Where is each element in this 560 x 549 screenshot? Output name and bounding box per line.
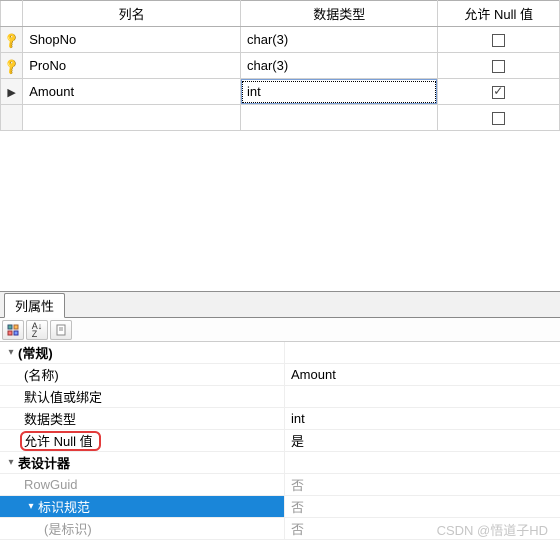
properties-toolbar: A↓Z	[0, 318, 560, 342]
prop-isidentity[interactable]: (是标识) 否	[0, 518, 560, 540]
columns-header-row: 列名 数据类型 允许 Null 值	[1, 1, 560, 27]
cell-datatype[interactable]: char(3)	[240, 53, 437, 79]
sort-az-icon: A↓Z	[32, 322, 43, 338]
prop-value[interactable]: int	[285, 411, 560, 426]
cell-datatype[interactable]	[240, 105, 437, 131]
prop-default[interactable]: 默认值或绑定	[0, 386, 560, 408]
cell-name[interactable]	[23, 105, 241, 131]
property-pages-button[interactable]	[50, 320, 72, 340]
cell-allownull[interactable]	[438, 105, 560, 131]
property-pages-icon	[55, 324, 67, 336]
alphabetical-button[interactable]: A↓Z	[26, 320, 48, 340]
cell-datatype[interactable]: char(3)	[240, 27, 437, 53]
row-gutter[interactable]: 🔑	[1, 53, 23, 79]
prop-value[interactable]: 否	[285, 475, 560, 494]
prop-value[interactable]: 是	[285, 431, 560, 450]
prop-value[interactable]: 否	[285, 519, 560, 538]
row-gutter[interactable]: ▶	[1, 79, 23, 105]
key-icon: 🔑	[2, 57, 21, 76]
prop-value[interactable]: 否	[285, 497, 560, 516]
categorized-button[interactable]	[2, 320, 24, 340]
table-row[interactable]: 🔑 ProNo char(3)	[1, 53, 560, 79]
key-icon: 🔑	[2, 31, 21, 50]
prop-label: 数据类型	[24, 409, 76, 428]
prop-datatype[interactable]: 数据类型 int	[0, 408, 560, 430]
table-row[interactable]	[1, 105, 560, 131]
prop-allownull[interactable]: 允许 Null 值 是	[0, 430, 560, 452]
current-row-arrow-icon: ▶	[7, 87, 15, 99]
prop-name[interactable]: (名称) Amount	[0, 364, 560, 386]
prop-identity[interactable]: ▾标识规范 否	[0, 496, 560, 518]
prop-label: (是标识)	[44, 519, 92, 538]
checkbox-icon[interactable]	[492, 86, 505, 99]
highlight-annotation: 允许 Null 值	[20, 431, 101, 451]
gutter-header	[1, 1, 23, 27]
chevron-down-icon[interactable]: ▾	[4, 347, 18, 358]
prop-label: RowGuid	[24, 477, 77, 492]
checkbox-icon[interactable]	[492, 112, 505, 125]
cell-allownull[interactable]	[438, 79, 560, 105]
cell-datatype[interactable]: int	[240, 79, 437, 105]
chevron-down-icon[interactable]: ▾	[24, 501, 38, 512]
column-properties-panel: 列属性 A↓Z ▾(常规) (名称) Amount	[0, 291, 560, 540]
categorized-icon	[7, 324, 19, 336]
col-name-header[interactable]: 列名	[23, 1, 241, 27]
prop-rowguid[interactable]: RowGuid 否	[0, 474, 560, 496]
checkbox-icon[interactable]	[492, 60, 505, 73]
properties-body: ▾(常规) (名称) Amount 默认值或绑定 数据类型 int 允许 Nul…	[0, 342, 560, 540]
cell-allownull[interactable]	[438, 27, 560, 53]
col-allownull-header[interactable]: 允许 Null 值	[438, 1, 560, 27]
prop-label: 默认值或绑定	[24, 387, 102, 406]
cell-name[interactable]: Amount	[23, 79, 241, 105]
prop-value[interactable]: Amount	[285, 367, 560, 382]
cell-name[interactable]: ShopNo	[23, 27, 241, 53]
properties-tabstrip: 列属性	[0, 292, 560, 318]
tab-column-properties[interactable]: 列属性	[4, 293, 65, 318]
prop-label: 标识规范	[38, 497, 90, 516]
row-gutter[interactable]: 🔑	[1, 27, 23, 53]
checkbox-icon[interactable]	[492, 34, 505, 47]
cell-allownull[interactable]	[438, 53, 560, 79]
table-row[interactable]: ▶ Amount int	[1, 79, 560, 105]
prop-label: (名称)	[24, 365, 59, 384]
group-label: (常规)	[18, 343, 53, 362]
col-datatype-header[interactable]: 数据类型	[240, 1, 437, 27]
chevron-down-icon[interactable]: ▾	[4, 457, 18, 468]
group-label: 表设计器	[18, 453, 70, 472]
row-gutter[interactable]	[1, 105, 23, 131]
table-row[interactable]: 🔑 ShopNo char(3)	[1, 27, 560, 53]
cell-name[interactable]: ProNo	[23, 53, 241, 79]
prop-group-general[interactable]: ▾(常规)	[0, 342, 560, 364]
prop-label: 允许 Null 值	[24, 431, 93, 450]
prop-group-designer[interactable]: ▾表设计器	[0, 452, 560, 474]
columns-grid[interactable]: 列名 数据类型 允许 Null 值 🔑 ShopNo char(3) 🔑 Pro…	[0, 0, 560, 131]
